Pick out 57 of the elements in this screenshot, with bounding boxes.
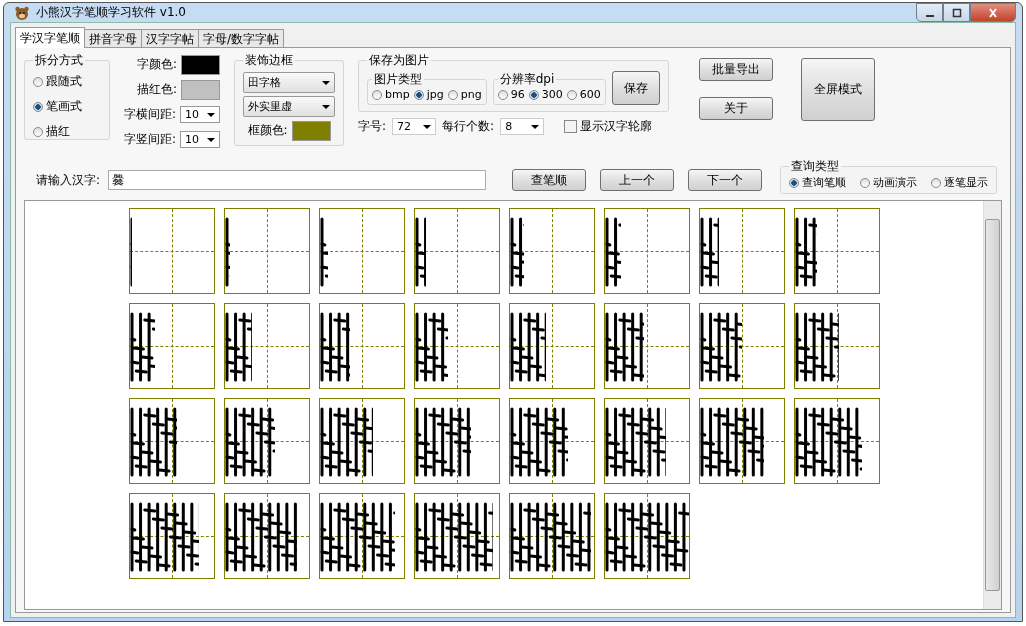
- side-button[interactable]: 关于: [698, 97, 773, 120]
- radio-option[interactable]: 300: [528, 88, 563, 101]
- save-button[interactable]: 保存: [611, 71, 660, 105]
- maximize-icon: [950, 7, 963, 18]
- radio-option[interactable]: 600: [566, 88, 601, 101]
- tab[interactable]: 学汉字笔顺: [15, 27, 85, 48]
- color-swatch[interactable]: [181, 54, 221, 75]
- close-button[interactable]: [970, 3, 1016, 22]
- grid-style-dropdown[interactable]: 田字格: [243, 72, 336, 93]
- side-button[interactable]: 批量导出: [698, 58, 773, 81]
- spacing-dropdown[interactable]: 10: [180, 131, 221, 148]
- field-label: 每行个数:: [442, 118, 495, 135]
- radio-option[interactable]: 跟随式: [33, 73, 101, 90]
- field-label: 描红色:: [137, 81, 178, 98]
- maximize-button[interactable]: [943, 3, 970, 22]
- outline-checkbox[interactable]: 显示汉字轮廓: [564, 118, 653, 135]
- border-style-dropdown[interactable]: 外实里虚: [243, 96, 336, 117]
- group-title: 拆分方式: [34, 52, 84, 69]
- query-button[interactable]: 下一个: [688, 169, 763, 191]
- group-title: 分辨率dpi: [498, 71, 556, 88]
- field-label: 字竖间距:: [124, 131, 177, 148]
- spacing-dropdown[interactable]: 10: [180, 106, 221, 123]
- group-title: 保存为图片: [368, 52, 431, 69]
- radio-option[interactable]: 逐笔显示: [931, 175, 989, 190]
- query-button[interactable]: 查笔顺: [512, 169, 587, 191]
- bear-icon: [14, 4, 30, 21]
- scrollbar-thumb[interactable]: [985, 219, 1000, 591]
- query-button[interactable]: 上一个: [600, 169, 675, 191]
- field-label: 字颜色:: [137, 56, 178, 73]
- radio-option[interactable]: png: [447, 88, 482, 101]
- tab[interactable]: 字母/数字字帖: [198, 29, 285, 47]
- radio-option[interactable]: 96: [497, 88, 525, 101]
- field-label: 框颜色:: [247, 122, 288, 139]
- close-icon: [987, 7, 999, 18]
- radio-option[interactable]: jpg: [413, 88, 444, 101]
- tab[interactable]: 汉字字帖: [141, 29, 199, 47]
- input-label: 请输入汉字:: [36, 171, 101, 189]
- window-title: 小熊汉字笔顺学习软件 v1.0: [36, 4, 186, 21]
- minimize-button[interactable]: [916, 3, 943, 22]
- radio-option[interactable]: 查询笔顺: [789, 175, 847, 190]
- font-size-dropdown[interactable]: 72: [392, 118, 437, 135]
- radio-option[interactable]: 动画演示: [860, 175, 918, 190]
- field-label: 字横间距:: [124, 106, 177, 123]
- radio-option[interactable]: bmp: [372, 88, 410, 101]
- group-title: 图片类型: [373, 71, 424, 88]
- color-swatch[interactable]: [291, 120, 331, 141]
- color-swatch[interactable]: [181, 79, 221, 100]
- character-input[interactable]: 爨: [108, 170, 487, 190]
- tab[interactable]: 拼音字母: [84, 29, 142, 47]
- per-row-dropdown[interactable]: 8: [500, 118, 545, 135]
- radio-option[interactable]: 笔画式: [33, 98, 101, 115]
- radio-option[interactable]: 描红: [33, 123, 101, 140]
- group-title: 查询类型: [790, 158, 841, 175]
- field-label: 字号:: [358, 118, 387, 135]
- minimize-icon: [925, 14, 934, 17]
- fullscreen-button[interactable]: 全屏模式: [800, 58, 875, 121]
- group-title: 装饰边框: [244, 52, 295, 69]
